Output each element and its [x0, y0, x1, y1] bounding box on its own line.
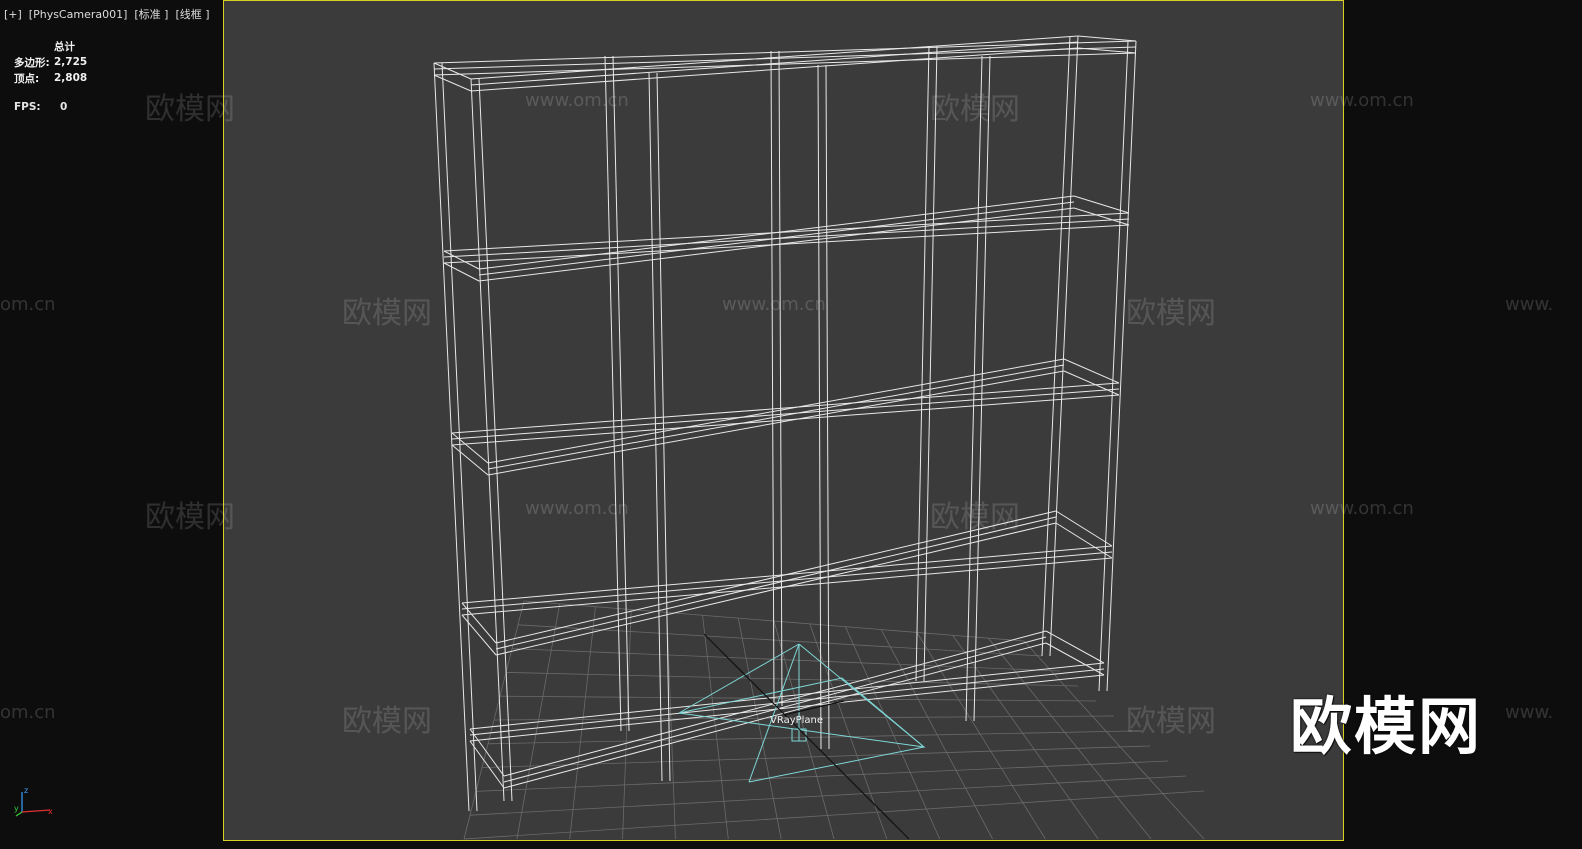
shelf-post: [973, 55, 991, 722]
polygons-label: 多边形:: [14, 56, 50, 69]
y-axis-label: y: [14, 804, 19, 813]
grid-line: [845, 626, 941, 840]
fps-readout: FPS: 0: [14, 101, 67, 113]
grid-line: [475, 760, 1169, 792]
watermark: 欧模网: [145, 92, 235, 127]
grid-line: [487, 730, 1133, 745]
object-label: VRayPlane: [770, 715, 823, 726]
grid-line: [469, 775, 1187, 816]
shelf-post: [478, 78, 513, 802]
stats-header: 总计: [54, 40, 75, 53]
grid-line: [517, 624, 1043, 657]
shelf-post: [778, 50, 783, 707]
vertices-value: 2,808: [54, 72, 88, 84]
shelf-post: [433, 62, 470, 812]
watermark: www.: [1505, 702, 1554, 723]
x-axis-icon: [21, 809, 51, 813]
watermark: www.: [1505, 294, 1554, 315]
grid-line: [702, 615, 729, 840]
shelf-side: [451, 444, 489, 476]
shelf-post: [817, 64, 822, 750]
shelf-rail: [451, 382, 1120, 434]
grid-line: [987, 637, 1152, 840]
shelf-rail: [495, 522, 1057, 656]
shelf-post: [656, 72, 671, 782]
shelf-rail: [451, 388, 1120, 440]
shelf-rail: [443, 212, 1130, 252]
shelf-post: [1106, 40, 1137, 692]
shelf-post: [770, 50, 775, 707]
shelf-side: [461, 614, 497, 656]
shelf-side: [1077, 35, 1137, 42]
camera-safe-frame[interactable]: VRayPlane: [223, 0, 1344, 841]
wireframe-scene[interactable]: VRayPlane: [224, 1, 1343, 840]
shelf-rail: [470, 47, 1079, 92]
vray-plane-helper[interactable]: [678, 643, 926, 783]
world-axis-line: [703, 633, 910, 840]
brand-logo: 欧模网: [1290, 690, 1483, 763]
stats-panel: 总计 多边形: 2,725 顶点: 2,808: [14, 38, 87, 86]
watermark: om.cn: [0, 294, 56, 315]
shelf-rail: [487, 364, 1065, 470]
fps-value: 0: [60, 101, 68, 113]
shelf-side: [433, 62, 472, 80]
shelf-rail: [433, 46, 1137, 70]
polygons-value: 2,725: [54, 56, 88, 68]
axis-gizmo: z y x: [14, 786, 53, 817]
shelf-side: [1045, 630, 1105, 664]
shelf-post: [825, 64, 830, 750]
shelf-side: [443, 250, 480, 270]
shelf-wireframe[interactable]: [433, 35, 1137, 812]
shelf-post: [923, 45, 938, 682]
shelf-rail: [443, 218, 1130, 258]
shelf-rail: [470, 41, 1079, 86]
z-axis-label: z: [24, 786, 28, 795]
vertices-label: 顶点:: [14, 72, 40, 85]
watermark: 欧模网: [145, 500, 235, 535]
shelf-post: [648, 72, 663, 782]
grid-line: [737, 618, 782, 840]
shelf-rail: [433, 40, 1137, 64]
fps-label: FPS:: [14, 101, 41, 113]
shelf-rail: [469, 674, 1105, 742]
shelf-rail: [443, 224, 1130, 264]
shelf-side: [433, 74, 472, 92]
shelf-side: [443, 262, 480, 282]
shelf-side: [461, 602, 497, 644]
world-axis-line: [783, 700, 845, 716]
shelf-side: [1045, 642, 1105, 676]
shelf-post: [441, 62, 478, 812]
shelf-post: [470, 78, 505, 802]
shelf-post: [915, 45, 930, 682]
grid-line: [666, 612, 676, 840]
shelf-post: [1098, 40, 1129, 692]
viewport-label[interactable]: [+] [PhysCamera001] [标准 ] [线框 ]: [4, 6, 210, 22]
shelf-side: [1063, 358, 1120, 384]
shelf-post: [612, 55, 630, 732]
vray-plane-edge: [748, 746, 925, 783]
shelf-rail: [451, 394, 1120, 446]
watermark: om.cn: [0, 702, 56, 723]
shelf-rail: [487, 370, 1065, 476]
shelf-rail: [495, 510, 1057, 644]
vray-plane-outline: [678, 677, 926, 748]
x-axis-label: x: [48, 807, 53, 816]
shelf-rail: [487, 358, 1065, 464]
grid-line: [481, 745, 1151, 768]
